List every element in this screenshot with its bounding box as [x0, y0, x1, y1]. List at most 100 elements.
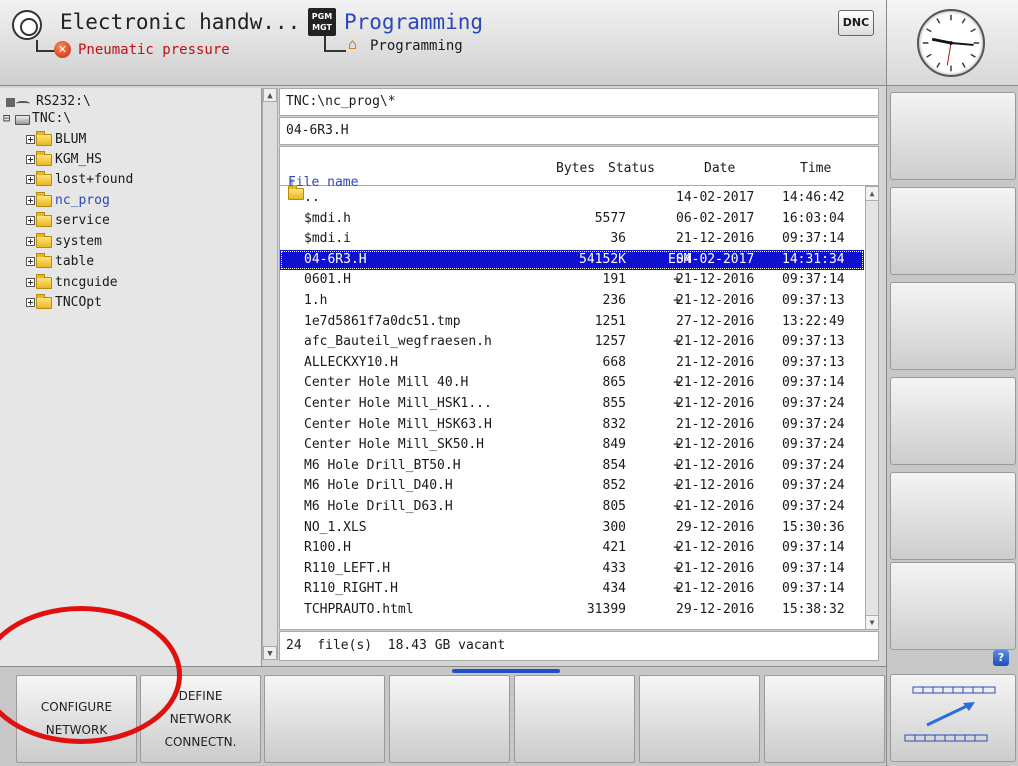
- file-row[interactable]: 1.h 236 +21-12-2016 09:37:13: [280, 291, 864, 311]
- softkey-6[interactable]: [639, 675, 760, 763]
- vertical-softkey-1[interactable]: [890, 92, 1016, 180]
- file-row[interactable]: Center Hole Mill_HSK63.H 832 21-12-2016 09:…: [280, 415, 864, 435]
- file-name: Center Hole Mill_HSK1...: [304, 396, 492, 411]
- file-row[interactable]: M6 Hole Drill_D63.H 805 +21-12-2016 09:37:2…: [280, 497, 864, 517]
- file-row[interactable]: Center Hole Mill 40.H 865 +21-12-2016 09:37…: [280, 373, 864, 393]
- tree-item-kgm-hs[interactable]: KGM_HS: [26, 150, 102, 170]
- expand-icon[interactable]: [26, 278, 35, 287]
- file-date: 21-12-2016: [676, 581, 755, 597]
- error-icon[interactable]: ✕: [54, 41, 71, 58]
- scroll-up-icon[interactable]: ▲: [866, 187, 878, 201]
- expand-icon[interactable]: [26, 298, 35, 307]
- directory-tree[interactable]: RS232:\ TNC:\ BLUM KGM_HS lost+found nc_…: [0, 88, 262, 666]
- softkey-7[interactable]: [764, 675, 885, 763]
- vertical-softkey-2[interactable]: [890, 187, 1016, 275]
- file-row[interactable]: 04-6R3.H 54152K ESM 04-02-2017 14:31:34: [280, 249, 864, 270]
- tree-item-blum[interactable]: BLUM: [26, 130, 86, 150]
- vertical-softkey-4[interactable]: [890, 377, 1016, 465]
- tree-item-lost-found[interactable]: lost+found: [26, 170, 133, 190]
- dnc-button[interactable]: DNC: [838, 10, 874, 36]
- configure-network-softkey[interactable]: CONFIGURE NETWORK: [16, 675, 137, 763]
- softkey-bar: CONFIGURE NETWORK DEFINE NETWORK CONNECT…: [0, 666, 886, 766]
- clock-area: [887, 0, 1018, 86]
- programming-mode-panel[interactable]: PGM MGT Programming ⌂ Programming: [308, 6, 628, 66]
- file-row[interactable]: 1e7d5861f7a0dc51.tmp 1251 27-12-2016 13:22:…: [280, 312, 864, 332]
- file-row[interactable]: Center Hole Mill_SK50.H 849 +21-12-2016 09:…: [280, 435, 864, 455]
- file-name: afc_Bauteil_wegfraesen.h: [304, 334, 492, 350]
- file-row[interactable]: M6 Hole Drill_D40.H 852 +21-12-2016 09:37:2…: [280, 476, 864, 496]
- scroll-down-icon[interactable]: ▼: [866, 615, 878, 629]
- column-header-time[interactable]: Time: [800, 161, 831, 176]
- softkey-row-switch-button[interactable]: [890, 674, 1016, 762]
- file-row[interactable]: R110_LEFT.H 433 +21-12-2016 09:37:14: [280, 559, 864, 579]
- file-row[interactable]: R100.H 421 +21-12-2016 09:37:14: [280, 538, 864, 558]
- file-row[interactable]: R110_RIGHT.H 434 +21-12-2016 09:37:14: [280, 579, 864, 599]
- expand-icon[interactable]: [26, 257, 35, 266]
- expand-icon[interactable]: [26, 175, 35, 184]
- tree-item-system[interactable]: system: [26, 232, 102, 252]
- file-row[interactable]: TCHPRAUTO.html 31399 29-12-2016 15:38:32: [280, 600, 864, 620]
- tree-item-service[interactable]: service: [26, 211, 110, 231]
- expand-icon[interactable]: [26, 196, 35, 205]
- vertical-softkey-6[interactable]: [890, 562, 1016, 650]
- column-header-date[interactable]: Date: [704, 161, 735, 176]
- file-bytes: 1251: [594, 313, 626, 329]
- file-row[interactable]: M6 Hole Drill_BT50.H 854 +21-12-2016 09:37:…: [280, 456, 864, 476]
- file-name: $mdi.i: [304, 231, 351, 247]
- file-date: 21-12-2016: [676, 375, 755, 391]
- tree-item-label: service: [55, 213, 110, 228]
- file-bytes: 54152K: [579, 251, 626, 267]
- tree-item-table[interactable]: table: [26, 252, 94, 272]
- file-row[interactable]: $mdi.h 5577 06-02-2017 16:03:04: [280, 209, 864, 229]
- tree-item-label: TNC:\: [32, 111, 72, 126]
- file-list[interactable]: .. 14-02-2017 14:46:42 $mdi.h 5577 06-02-2017…: [279, 186, 865, 630]
- file-row[interactable]: Center Hole Mill_HSK1... 855 +21-12-2016 09…: [280, 394, 864, 414]
- clock-icon: [917, 9, 985, 77]
- file-bytes: 1257: [594, 334, 626, 350]
- folder-icon: [288, 186, 304, 200]
- file-row[interactable]: NO_1.XLS 300 29-12-2016 15:30:36: [280, 518, 864, 538]
- file-list-scrollbar[interactable]: ▲ ▼: [865, 186, 879, 630]
- home-icon: ⌂: [348, 35, 358, 53]
- softkey-5[interactable]: [514, 675, 635, 763]
- file-bytes: 865: [602, 375, 626, 391]
- folder-icon: [36, 150, 52, 166]
- softkey-4[interactable]: [389, 675, 510, 763]
- help-button[interactable]: ?: [993, 650, 1009, 666]
- expand-icon[interactable]: [26, 216, 35, 225]
- tree-item-tncguide[interactable]: tncguide: [26, 273, 118, 293]
- file-bytes: 855: [602, 396, 626, 411]
- column-header-bytes[interactable]: Bytes: [556, 161, 595, 176]
- file-row[interactable]: afc_Bauteil_wegfraesen.h 1257 +21-12-2016 0…: [280, 332, 864, 352]
- file-date: 21-12-2016: [676, 560, 755, 576]
- expand-icon[interactable]: [26, 135, 35, 144]
- file-row[interactable]: ALLECKXY10.H 668 21-12-2016 09:37:13: [280, 353, 864, 373]
- error-message[interactable]: Pneumatic pressure: [78, 42, 230, 58]
- parent-directory-row[interactable]: .. 14-02-2017 14:46:42: [280, 186, 864, 208]
- file-row[interactable]: 0601.H 191 +21-12-2016 09:37:14: [280, 270, 864, 290]
- tree-item-label: BLUM: [55, 132, 87, 147]
- file-bytes: 854: [602, 457, 626, 473]
- file-time: 09:37:14: [782, 581, 845, 597]
- pgm-mgt-icon: PGM MGT: [308, 8, 336, 36]
- tree-scrollbar[interactable]: ▲ ▼: [262, 88, 278, 660]
- machine-mode-panel[interactable]: Electronic handw... ✕ Pneumatic pressure: [12, 6, 300, 66]
- expand-icon[interactable]: [26, 237, 35, 246]
- scroll-up-icon[interactable]: ▲: [263, 88, 277, 102]
- scroll-down-icon[interactable]: ▼: [263, 646, 277, 660]
- file-time: 09:37:24: [782, 396, 845, 411]
- header-bar: Electronic handw... ✕ Pneumatic pressure…: [0, 0, 886, 86]
- softkey-3[interactable]: [264, 675, 385, 763]
- file-list-header: ⇧ File name Bytes Status Date Time: [279, 146, 879, 190]
- define-network-connection-softkey[interactable]: DEFINE NETWORK CONNECTN.: [140, 675, 261, 763]
- expand-icon[interactable]: [26, 155, 35, 164]
- vertical-softkey-3[interactable]: [890, 282, 1016, 370]
- file-row[interactable]: $mdi.i 36 21-12-2016 09:37:14: [280, 229, 864, 249]
- column-header-status[interactable]: Status: [608, 161, 655, 176]
- file-date: 21-12-2016: [676, 437, 755, 453]
- tree-item-tnc[interactable]: TNC:\: [3, 108, 72, 129]
- tree-item-nc-prog[interactable]: nc_prog: [26, 191, 110, 211]
- tree-item-label: table: [55, 254, 95, 269]
- vertical-softkey-5[interactable]: [890, 472, 1016, 560]
- tree-item-tncopt[interactable]: TNCOpt: [26, 293, 102, 313]
